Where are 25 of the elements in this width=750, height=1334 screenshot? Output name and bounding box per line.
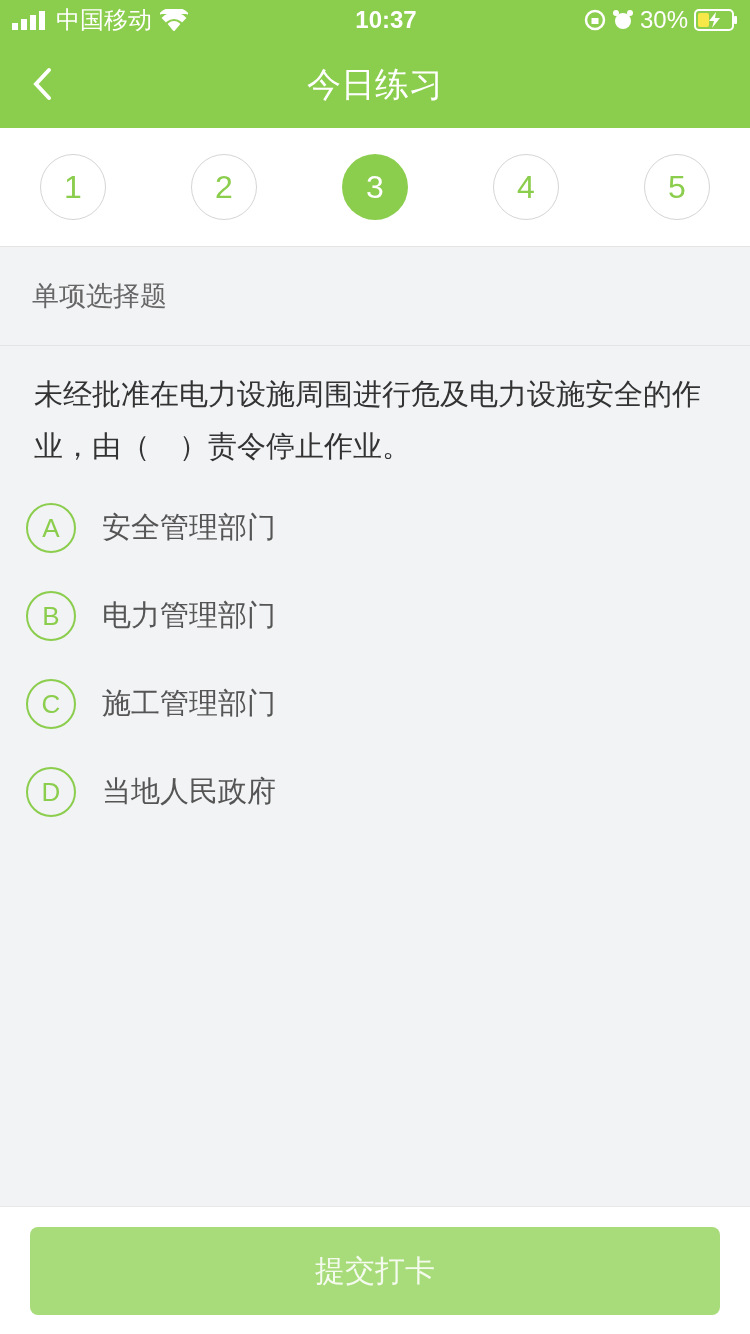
- option-letter: D: [26, 767, 76, 817]
- answer-option[interactable]: C 施工管理部门: [26, 660, 724, 748]
- question-type: 单项选择题: [32, 279, 167, 313]
- status-time: 10:37: [355, 5, 417, 35]
- page-title: 今日练习: [307, 63, 443, 105]
- question-number[interactable]: 3: [342, 154, 408, 220]
- carrier-name: 中国移动: [56, 5, 152, 35]
- option-letter: C: [26, 679, 76, 729]
- question-number[interactable]: 1: [40, 154, 106, 220]
- answer-option[interactable]: D 当地人民政府: [26, 748, 724, 836]
- question-number[interactable]: 4: [493, 154, 559, 220]
- rotation-lock-icon: [583, 9, 606, 31]
- option-letter: A: [26, 503, 76, 553]
- back-icon: [32, 67, 52, 101]
- wifi-icon: [160, 9, 188, 31]
- battery-charging-icon: [694, 9, 738, 31]
- question-number[interactable]: 2: [191, 154, 257, 220]
- battery-percent: 30%: [639, 5, 688, 35]
- signal-icon: [12, 10, 48, 30]
- question-number[interactable]: 5: [644, 154, 710, 220]
- answer-option[interactable]: B 电力管理部门: [26, 572, 724, 660]
- alarm-icon: [611, 9, 634, 31]
- question-text: 未经批准在电力设施周围进行危及电力设施安全的作业，由（ ）责令停止作业。: [34, 377, 702, 464]
- option-letter: B: [26, 591, 76, 641]
- answer-option[interactable]: A 安全管理部门: [26, 484, 724, 572]
